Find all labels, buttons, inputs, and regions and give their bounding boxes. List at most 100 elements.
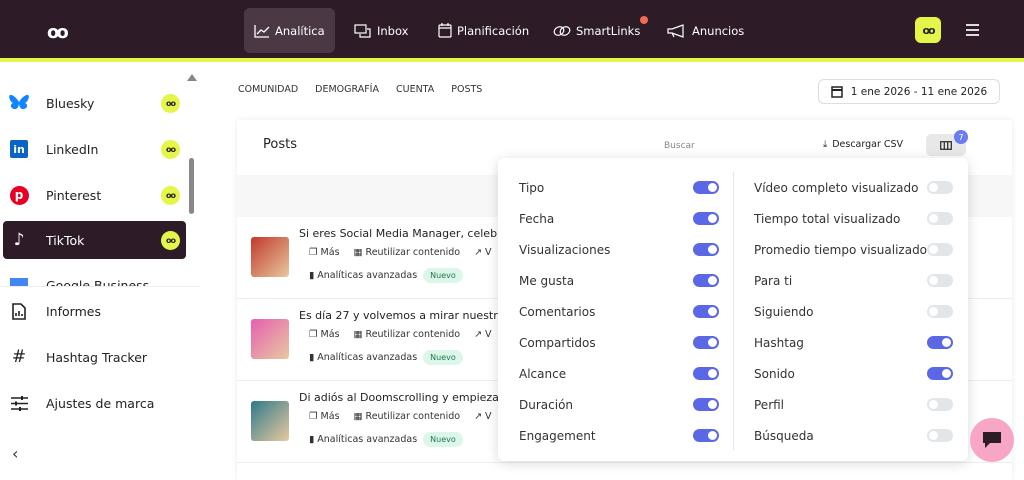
logo[interactable]: oo — [47, 22, 69, 43]
sidebar-item-bluesky[interactable]: Bluesky oo — [3, 84, 186, 122]
column-option: Perfil — [754, 389, 954, 420]
more-button[interactable]: ❐ Más — [309, 411, 340, 422]
toggle-switch[interactable] — [927, 336, 953, 349]
collapse-chevron-left-icon[interactable]: ‹ — [12, 444, 18, 463]
column-option: Engagement — [519, 420, 724, 451]
column-option: Para ti — [754, 265, 954, 296]
column-label: Perfil — [754, 397, 785, 412]
nav-analitica[interactable]: Analítica — [244, 8, 335, 53]
download-csv-button[interactable]: ⤓ Descargar CSV — [823, 139, 903, 150]
chart-line-icon — [254, 24, 270, 38]
column-label: Siguiendo — [754, 304, 814, 319]
date-range-value: 1 ene 2026 - 11 ene 2026 — [850, 85, 988, 98]
post-text[interactable]: Di adiós al Doomscrolling y empieza a p — [299, 391, 520, 404]
column-option: Promedio tiempo visualizado — [754, 234, 954, 265]
post-text[interactable]: Es día 27 y volvemos a mirar nuestro S — [299, 309, 515, 322]
toggle-switch[interactable] — [927, 181, 953, 194]
sidebar-item-linkedin[interactable]: in LinkedIn oo — [3, 130, 186, 168]
column-option: Alcance — [519, 358, 724, 389]
linkedin-icon: in — [9, 140, 29, 158]
calendar-icon — [831, 86, 843, 98]
sidebar-item-tiktok[interactable]: ♪ TikTok oo — [3, 221, 186, 259]
column-option: Compartidos — [519, 327, 724, 358]
top-bar: oo Analítica Inbox Planificación SmartLi… — [0, 0, 1024, 62]
new-badge: Nuevo — [423, 432, 463, 447]
nav-planificacion[interactable]: Planificación — [428, 8, 539, 53]
sidebar-item-label: TikTok — [46, 232, 85, 248]
advanced-analytics-button[interactable]: ▮ Analíticas avanzadas — [309, 434, 417, 445]
column-label: Engagement — [519, 428, 596, 443]
chat-icon — [983, 432, 1001, 448]
toggle-switch[interactable] — [927, 212, 953, 225]
advanced-analytics-button[interactable]: ▮ Analíticas avanzadas — [309, 270, 417, 281]
column-option: Me gusta — [519, 265, 724, 296]
sidebar-item-google-business[interactable]: Google Business — [3, 268, 186, 286]
scroll-up-arrow[interactable] — [187, 74, 197, 81]
reuse-content-button[interactable]: ▦ Reutilizar contenido — [354, 329, 461, 340]
search-input[interactable]: Buscar — [664, 141, 695, 151]
toggle-switch[interactable] — [693, 181, 719, 194]
view-button[interactable]: ↗ V — [474, 329, 491, 340]
column-option: Vídeo completo visualizado — [754, 172, 954, 203]
hamburger-menu-icon[interactable] — [966, 24, 979, 39]
column-option: Sonido — [754, 358, 954, 389]
column-label: Me gusta — [519, 273, 575, 288]
tab-demografia[interactable]: DEMOGRAFÍA — [315, 84, 379, 95]
tab-comunidad[interactable]: COMUNIDAD — [238, 84, 298, 95]
post-text[interactable]: Si eres Social Media Manager, celebra t — [299, 227, 516, 240]
tiktok-icon: ♪ — [13, 230, 25, 250]
toggle-switch[interactable] — [693, 212, 719, 225]
nav-label: Analítica — [275, 23, 325, 38]
sidebar-item-pinterest[interactable]: p Pinterest oo — [3, 176, 186, 214]
tab-posts[interactable]: POSTS — [451, 84, 482, 95]
toggle-switch[interactable] — [693, 398, 719, 411]
nav-label: Inbox — [377, 23, 409, 38]
column-option: Visualizaciones — [519, 234, 724, 265]
toggle-switch[interactable] — [927, 305, 953, 318]
toggle-switch[interactable] — [927, 274, 953, 287]
nav-smartlinks[interactable]: SmartLinks — [543, 8, 650, 53]
tab-cuenta[interactable]: CUENTA — [396, 84, 434, 95]
toggle-switch[interactable] — [927, 243, 953, 256]
avatar[interactable]: oo — [915, 17, 941, 43]
post-thumbnail[interactable] — [251, 401, 289, 441]
columns-count-badge: 7 — [954, 130, 968, 144]
sidebar-item-label: Pinterest — [46, 187, 102, 203]
columns-panel: Tipo Fecha Visualizaciones Me gusta Comentar… — [498, 158, 968, 461]
advanced-analytics-button[interactable]: ▮ Analíticas avanzadas — [309, 352, 417, 363]
sidebar-item-hashtag-tracker[interactable]: # Hashtag Tracker — [3, 338, 186, 376]
view-button[interactable]: ↗ V — [474, 411, 491, 422]
column-option: Duración — [519, 389, 724, 420]
toggle-switch[interactable] — [693, 243, 719, 256]
column-label: Para ti — [754, 273, 793, 288]
post-thumbnail[interactable] — [251, 319, 289, 359]
reuse-content-button[interactable]: ▦ Reutilizar contenido — [354, 247, 461, 258]
toggle-switch[interactable] — [927, 398, 953, 411]
post-thumbnail[interactable] — [251, 237, 289, 277]
toggle-switch[interactable] — [927, 367, 953, 380]
sidebar-item-ajustes-marca[interactable]: Ajustes de marca — [3, 384, 186, 422]
sidebar-item-informes[interactable]: Informes — [3, 292, 186, 330]
columns-icon — [940, 140, 952, 150]
toggle-switch[interactable] — [693, 429, 719, 442]
column-label: Vídeo completo visualizado — [754, 180, 919, 195]
sidebar-scrollbar[interactable] — [189, 158, 194, 214]
divider — [0, 286, 200, 287]
toggle-switch[interactable] — [927, 429, 953, 442]
nav-anuncios[interactable]: Anuncios — [657, 8, 754, 53]
column-label: Sonido — [754, 366, 795, 381]
more-button[interactable]: ❐ Más — [309, 329, 340, 340]
nav-label: Anuncios — [692, 23, 745, 38]
reuse-content-button[interactable]: ▦ Reutilizar contenido — [354, 411, 461, 422]
toggle-switch[interactable] — [693, 367, 719, 380]
date-range-picker[interactable]: 1 ene 2026 - 11 ene 2026 — [818, 79, 1000, 104]
toggle-switch[interactable] — [693, 274, 719, 287]
view-button[interactable]: ↗ V — [474, 247, 491, 258]
posts-title: Posts — [263, 137, 297, 152]
toggle-switch[interactable] — [693, 336, 719, 349]
column-label: Alcance — [519, 366, 567, 381]
more-button[interactable]: ❐ Más — [309, 247, 340, 258]
nav-inbox[interactable]: Inbox — [344, 8, 418, 53]
chat-button[interactable] — [970, 418, 1014, 462]
toggle-switch[interactable] — [693, 305, 719, 318]
